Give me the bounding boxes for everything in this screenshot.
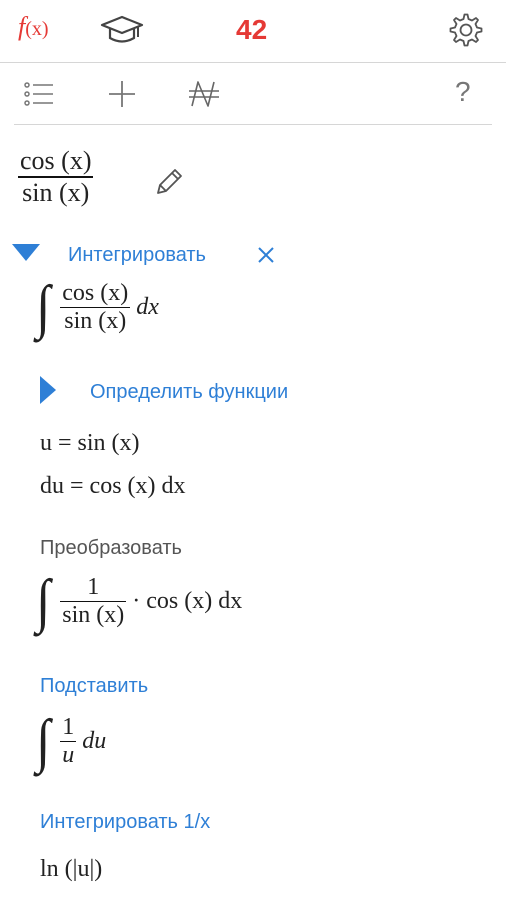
integrate-step-title[interactable]: Интегрировать [68,244,206,267]
toolbar-divider [14,124,492,125]
graduation-cap-icon[interactable] [100,15,144,47]
fx-logo[interactable]: f(x) [18,12,49,42]
substitute-title[interactable]: Подставить [40,675,148,698]
integral-denominator: sin (x) [64,308,127,335]
top-bar: f(x) 42 [0,0,506,62]
integral-expression: ∫ cos (x) sin (x) dx [36,275,159,341]
define-du: du = cos (x) dx [40,473,186,499]
integral-sign: ∫ [36,708,51,775]
logo-x: (x) [25,18,49,40]
transform-rest: · cos (x) dx [132,588,243,614]
gear-icon[interactable] [448,12,484,48]
collapse-triangle-icon[interactable] [12,244,40,262]
substitute-fraction: 1 u [60,713,77,770]
define-functions-title[interactable]: Определить функции [90,381,288,404]
define-u: u = sin (x) [40,430,140,456]
result-expression: ln (|u|) [40,856,103,882]
expression-display[interactable]: cos (x) sin (x) [18,146,94,208]
substitute-expression: ∫ 1 u du [36,709,107,775]
transform-fraction: 1 sin (x) [60,573,127,630]
integrate-1x-title[interactable]: Интегрировать 1/x [40,811,210,834]
integral-sign: ∫ [36,274,51,341]
help-icon[interactable]: ? [455,76,471,108]
list-icon[interactable] [22,76,58,112]
close-icon[interactable] [257,246,275,264]
expression-fraction: cos (x) sin (x) [18,146,94,208]
expression-denominator: sin (x) [22,177,90,207]
transform-title: Преобразовать [40,537,182,559]
integral-fraction: cos (x) sin (x) [60,279,131,336]
transform-denominator: sin (x) [62,602,125,629]
integral-numerator: cos (x) [62,279,129,306]
expression-numerator: cos (x) [20,146,92,175]
substitute-rest: du [82,728,107,754]
pencil-icon[interactable] [152,165,186,199]
transform-expression: ∫ 1 sin (x) · cos (x) dx [36,569,243,635]
score-counter: 42 [236,14,268,45]
substitute-numerator: 1 [62,713,75,740]
not-equal-icon[interactable] [186,76,222,112]
plus-icon[interactable] [104,76,140,112]
transform-numerator: 1 [87,573,100,600]
substitute-denominator: u [62,742,75,769]
top-divider [0,62,506,63]
integral-differential: dx [136,294,159,320]
expand-triangle-icon[interactable] [40,376,56,404]
integral-sign: ∫ [36,568,51,635]
